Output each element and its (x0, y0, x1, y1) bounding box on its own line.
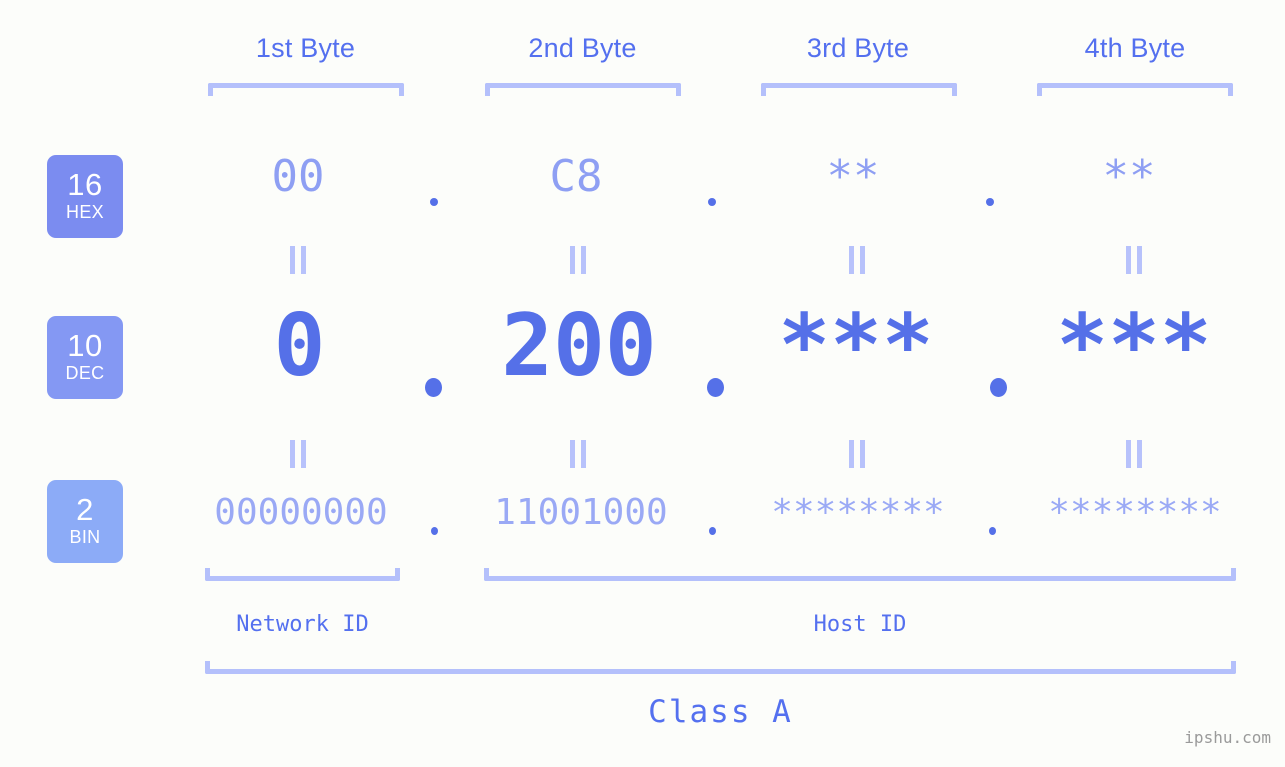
hex-byte-3-value: ** (826, 151, 880, 202)
dec-byte-1-value: 0 (273, 296, 326, 396)
base-badge-dec-number: 10 (67, 328, 103, 364)
base-badge-hex: 16 HEX (47, 155, 123, 238)
site-watermark: ipshu.com (1184, 728, 1271, 747)
hex-dot-separator-1 (430, 198, 438, 206)
bin-byte-4-value: ******** (1048, 492, 1222, 533)
base-badge-bin-number: 2 (76, 492, 94, 528)
bin-byte-3-value: ******** (771, 492, 945, 533)
base-badge-bin-name: BIN (69, 526, 101, 547)
equals-marker-dec-bin-1 (288, 440, 308, 468)
ip-address-breakdown-diagram: 1st Byte 2nd Byte 3rd Byte 4th Byte 16 H… (0, 0, 1285, 767)
dec-byte-4-value: *** (1056, 296, 1212, 396)
base-badge-dec-name: DEC (65, 362, 105, 383)
dec-byte-3-value: *** (778, 296, 934, 396)
network-id-label: Network ID (236, 612, 369, 637)
dec-byte-2-value: 200 (501, 296, 657, 396)
hex-dot-separator-3 (986, 198, 994, 206)
class-label: Class A (648, 694, 793, 730)
bin-dot-separator-3 (989, 527, 996, 535)
dec-dot-separator-2 (707, 378, 724, 397)
base-badge-dec: 10 DEC (47, 316, 123, 399)
equals-marker-hex-dec-2 (568, 246, 588, 274)
bin-byte-1-value: 00000000 (214, 492, 388, 533)
hex-byte-2-value: C8 (549, 151, 603, 202)
equals-marker-dec-bin-4 (1124, 440, 1144, 468)
host-id-label: Host ID (813, 612, 907, 637)
hex-byte-4-value: ** (1102, 151, 1156, 202)
byte-header-label-3: 3rd Byte (806, 33, 910, 63)
class-bracket (205, 661, 1236, 674)
byte-bracket-top-4 (1037, 83, 1233, 96)
byte-header-label-4: 4th Byte (1084, 33, 1186, 63)
equals-marker-dec-bin-3 (847, 440, 867, 468)
byte-header-label-1: 1st Byte (255, 33, 356, 63)
network-id-bracket (205, 568, 400, 581)
host-id-bracket (484, 568, 1236, 581)
bin-dot-separator-1 (431, 527, 438, 535)
byte-bracket-top-2 (485, 83, 681, 96)
equals-marker-hex-dec-3 (847, 246, 867, 274)
base-badge-bin: 2 BIN (47, 480, 123, 563)
bin-byte-2-value: 11001000 (494, 492, 668, 533)
equals-marker-hex-dec-4 (1124, 246, 1144, 274)
equals-marker-dec-bin-2 (568, 440, 588, 468)
byte-bracket-top-1 (208, 83, 404, 96)
base-badge-hex-name: HEX (66, 201, 104, 222)
bin-dot-separator-2 (709, 527, 716, 535)
dec-dot-separator-3 (990, 378, 1007, 397)
equals-marker-hex-dec-1 (288, 246, 308, 274)
byte-header-label-2: 2nd Byte (528, 33, 637, 63)
dec-dot-separator-1 (425, 378, 442, 397)
base-badge-hex-number: 16 (67, 167, 103, 203)
hex-byte-1-value: 00 (271, 151, 325, 202)
byte-bracket-top-3 (761, 83, 957, 96)
hex-dot-separator-2 (708, 198, 716, 206)
